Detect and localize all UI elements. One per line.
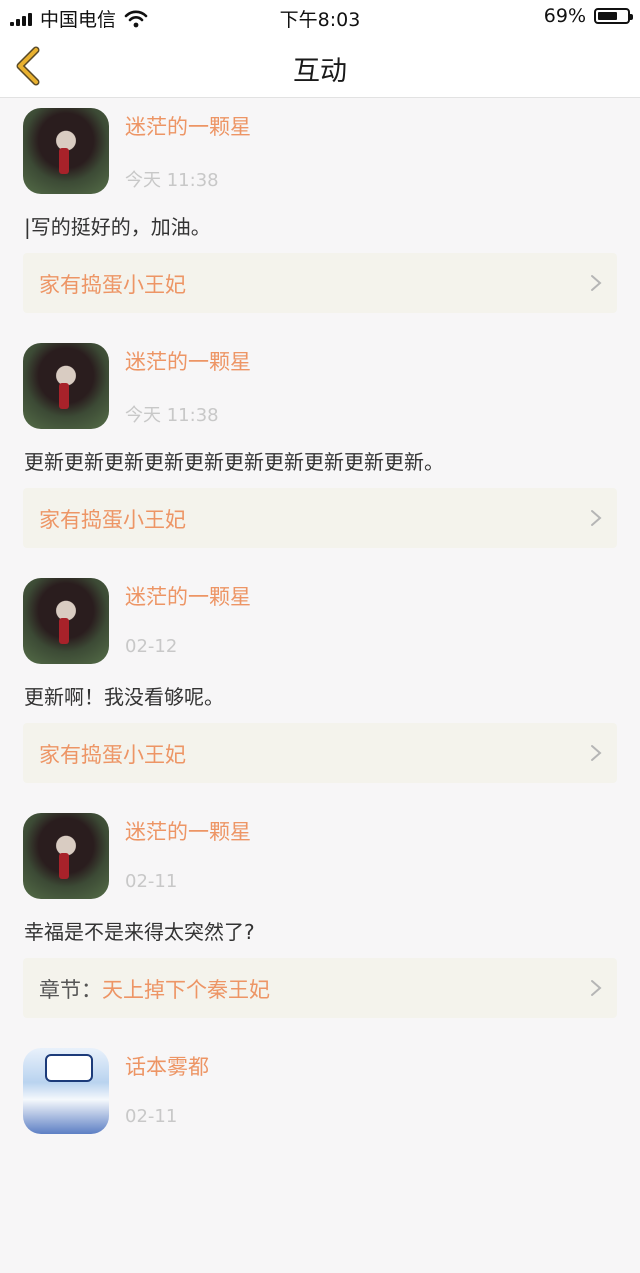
source-title: 家有捣蛋小王妃 (39, 739, 186, 769)
chevron-right-icon (591, 510, 602, 526)
avatar[interactable] (23, 1048, 109, 1134)
feed-item: 迷茫的一颗星 02-12 更新啊！我没看够呢。 家有捣蛋小王妃 (0, 568, 640, 803)
source-card[interactable]: 家有捣蛋小王妃 (23, 488, 617, 548)
source-card[interactable]: 家有捣蛋小王妃 (23, 253, 617, 313)
timestamp: 今天 11:38 (125, 405, 219, 426)
feed-item: 迷茫的一颗星 今天 11:38 |写的挺好的，加油。 家有捣蛋小王妃 (0, 98, 640, 333)
status-right: 69% (543, 5, 633, 27)
source-card[interactable]: 章节：天上掉下个秦王妃 (23, 958, 617, 1018)
battery-percent: 69% (543, 5, 586, 27)
source-name: 天上掉下个秦王妃 (102, 978, 270, 1002)
username[interactable]: 话本雾都 (125, 1051, 209, 1081)
source-card[interactable]: 家有捣蛋小王妃 (23, 723, 617, 783)
avatar[interactable] (23, 813, 109, 899)
comment-text: 更新更新更新更新更新更新更新更新更新更新。 (24, 450, 444, 474)
source-name: 家有捣蛋小王妃 (39, 508, 186, 532)
source-title: 章节：天上掉下个秦王妃 (39, 974, 270, 1004)
username[interactable]: 迷茫的一颗星 (125, 346, 251, 376)
source-title: 家有捣蛋小王妃 (39, 269, 186, 299)
interaction-feed: 迷茫的一颗星 今天 11:38 |写的挺好的，加油。 家有捣蛋小王妃 迷茫的一颗… (0, 98, 640, 1273)
source-name: 家有捣蛋小王妃 (39, 273, 186, 297)
status-bar: 中国电信 下午8:03 69% (0, 0, 640, 34)
comment-text: 更新啊！我没看够呢。 (24, 685, 224, 709)
source-title: 家有捣蛋小王妃 (39, 504, 186, 534)
comment-text: 幸福是不是来得太突然了? (24, 920, 255, 944)
source-prefix: 章节： (39, 978, 102, 1002)
username[interactable]: 迷茫的一颗星 (125, 111, 251, 141)
source-name: 家有捣蛋小王妃 (39, 743, 186, 767)
timestamp: 02-11 (125, 1106, 178, 1127)
comment-text: |写的挺好的，加油。 (24, 215, 211, 239)
feed-item: 话本雾都 02-11 (0, 1038, 640, 1273)
avatar[interactable] (23, 578, 109, 664)
chevron-right-icon (591, 980, 602, 996)
chevron-right-icon (591, 275, 602, 291)
avatar[interactable] (23, 343, 109, 429)
nav-bar: 互动 (0, 34, 640, 98)
timestamp: 02-12 (125, 636, 178, 657)
battery-icon (594, 8, 633, 24)
feed-item: 迷茫的一颗星 今天 11:38 更新更新更新更新更新更新更新更新更新更新。 家有… (0, 333, 640, 568)
avatar[interactable] (23, 108, 109, 194)
timestamp: 今天 11:38 (125, 170, 219, 191)
chevron-right-icon (591, 745, 602, 761)
feed-item: 迷茫的一颗星 02-11 幸福是不是来得太突然了? 章节：天上掉下个秦王妃 (0, 803, 640, 1038)
username[interactable]: 迷茫的一颗星 (125, 581, 251, 611)
timestamp: 02-11 (125, 871, 178, 892)
page-title: 互动 (293, 56, 347, 87)
username[interactable]: 迷茫的一颗星 (125, 816, 251, 846)
